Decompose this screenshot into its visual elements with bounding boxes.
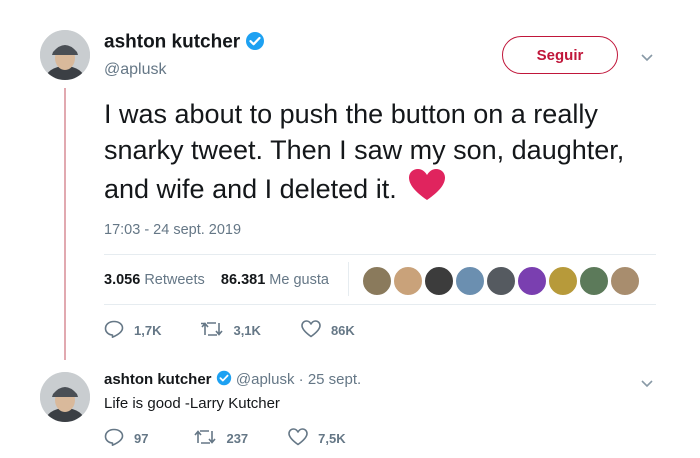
retweet-icon [201,321,233,340]
liker-avatar[interactable] [547,265,579,297]
likes-label: Me gusta [269,272,329,288]
reply-author-line: ashton kutcher @aplusk · 25 sept. [104,370,361,390]
retweets-count: 3.056 [104,272,141,288]
author-handle[interactable]: @aplusk [104,61,167,79]
retweet-button[interactable]: 237 [194,429,248,448]
reply-button[interactable]: 1,7K [104,320,161,341]
like-count: 7,5K [318,431,346,446]
retweets-stat[interactable]: 3.056 Retweets [104,272,205,288]
like-button[interactable]: 7,5K [288,428,346,449]
retweet-count: 237 [226,431,249,446]
avatar[interactable] [40,30,90,80]
reply-tweet-text: Life is good -Larry Kutcher [104,395,280,412]
liker-avatar[interactable] [485,265,517,297]
chevron-down-icon[interactable] [640,376,654,394]
verified-badge-icon [245,31,265,56]
author-line: ashton kutcher [104,31,265,56]
liker-avatar[interactable] [516,265,548,297]
liker-avatar[interactable] [609,265,641,297]
divider [104,254,656,255]
likes-count: 86.381 [220,272,266,288]
thread-connector [64,88,66,360]
reply-author-handle[interactable]: @aplusk [236,371,295,388]
liker-avatar[interactable] [392,265,424,297]
retweet-count: 3,1K [233,323,261,338]
like-count: 86K [330,323,355,338]
reply-count: 97 [134,431,149,446]
main-tweet-actions: 1,7K 3,1K 86K [104,320,383,341]
author-name[interactable]: ashton kutcher [104,32,240,53]
reply-date[interactable]: 25 sept. [308,371,361,388]
tweet-text: I was about to push the button on a real… [104,96,664,211]
reply-button[interactable]: 97 [104,428,148,449]
liker-avatar[interactable] [423,265,455,297]
liker-avatar[interactable] [578,265,610,297]
like-icon [288,428,318,449]
reply-tweet-actions: 97 237 7,5K [104,428,374,449]
like-button[interactable]: 86K [301,320,355,341]
reply-icon [104,320,134,341]
retweets-label: Retweets [144,272,205,288]
like-icon [301,320,331,341]
tweet-timestamp[interactable]: 17:03 - 24 sept. 2019 [104,222,241,238]
engagement-stats: 3.056 Retweets 86.381 Me gusta [104,272,329,288]
reply-author-name[interactable]: ashton kutcher [104,371,212,388]
reply-count: 1,7K [134,323,162,338]
meta-separator: · [298,370,304,388]
reply-icon [104,428,134,449]
retweet-button[interactable]: 3,1K [201,321,261,340]
retweet-icon [194,429,226,448]
divider [104,304,656,305]
liker-avatar[interactable] [454,265,486,297]
verified-badge-icon [216,370,232,390]
avatar[interactable] [40,372,90,422]
tweet-body: I was about to push the button on a real… [104,99,625,204]
heart-emoji-icon [408,168,446,211]
liker-avatar[interactable] [361,265,393,297]
follow-button[interactable]: Seguir [502,36,618,74]
chevron-down-icon[interactable] [640,50,654,68]
stats-separator [348,262,349,296]
likes-stat[interactable]: 86.381 Me gusta [221,272,329,288]
